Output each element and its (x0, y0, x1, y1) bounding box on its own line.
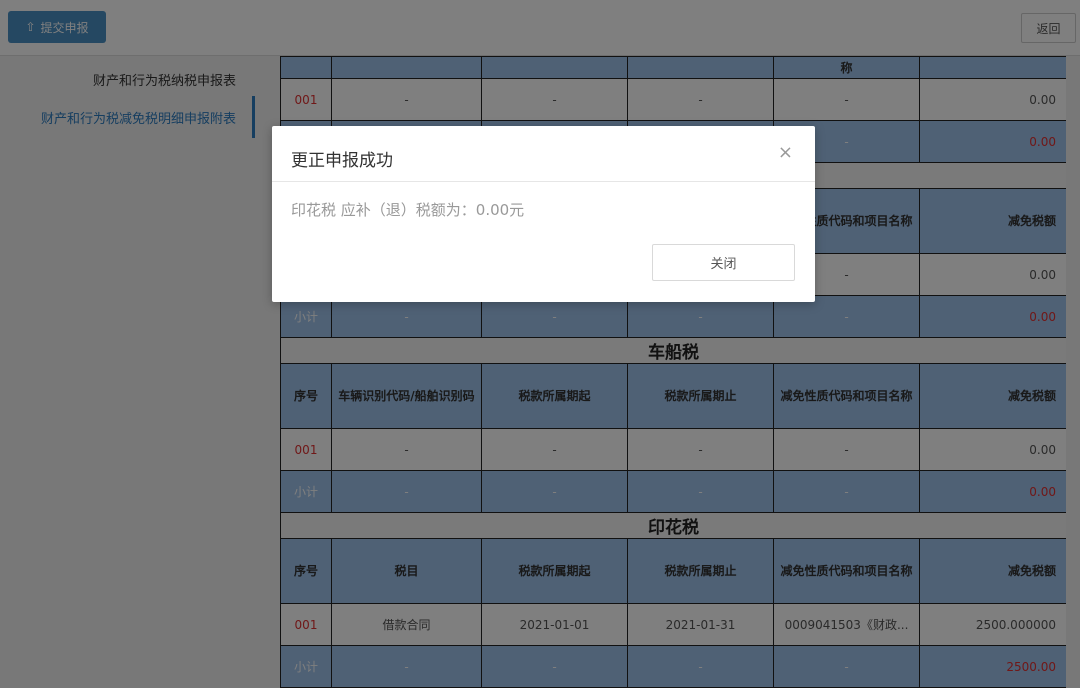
dialog-header: 更正申报成功 × (272, 126, 815, 182)
close-dialog-button[interactable]: 关闭 (652, 244, 795, 281)
dialog-message: 印花税 应补（退）税额为：0.00元 (291, 201, 525, 219)
close-icon[interactable]: × (778, 142, 793, 163)
dialog-title: 更正申报成功 (291, 151, 393, 171)
modal-backdrop[interactable] (0, 0, 1080, 688)
success-dialog: 更正申报成功 × 印花税 应补（退）税额为：0.00元 关闭 (272, 126, 815, 302)
